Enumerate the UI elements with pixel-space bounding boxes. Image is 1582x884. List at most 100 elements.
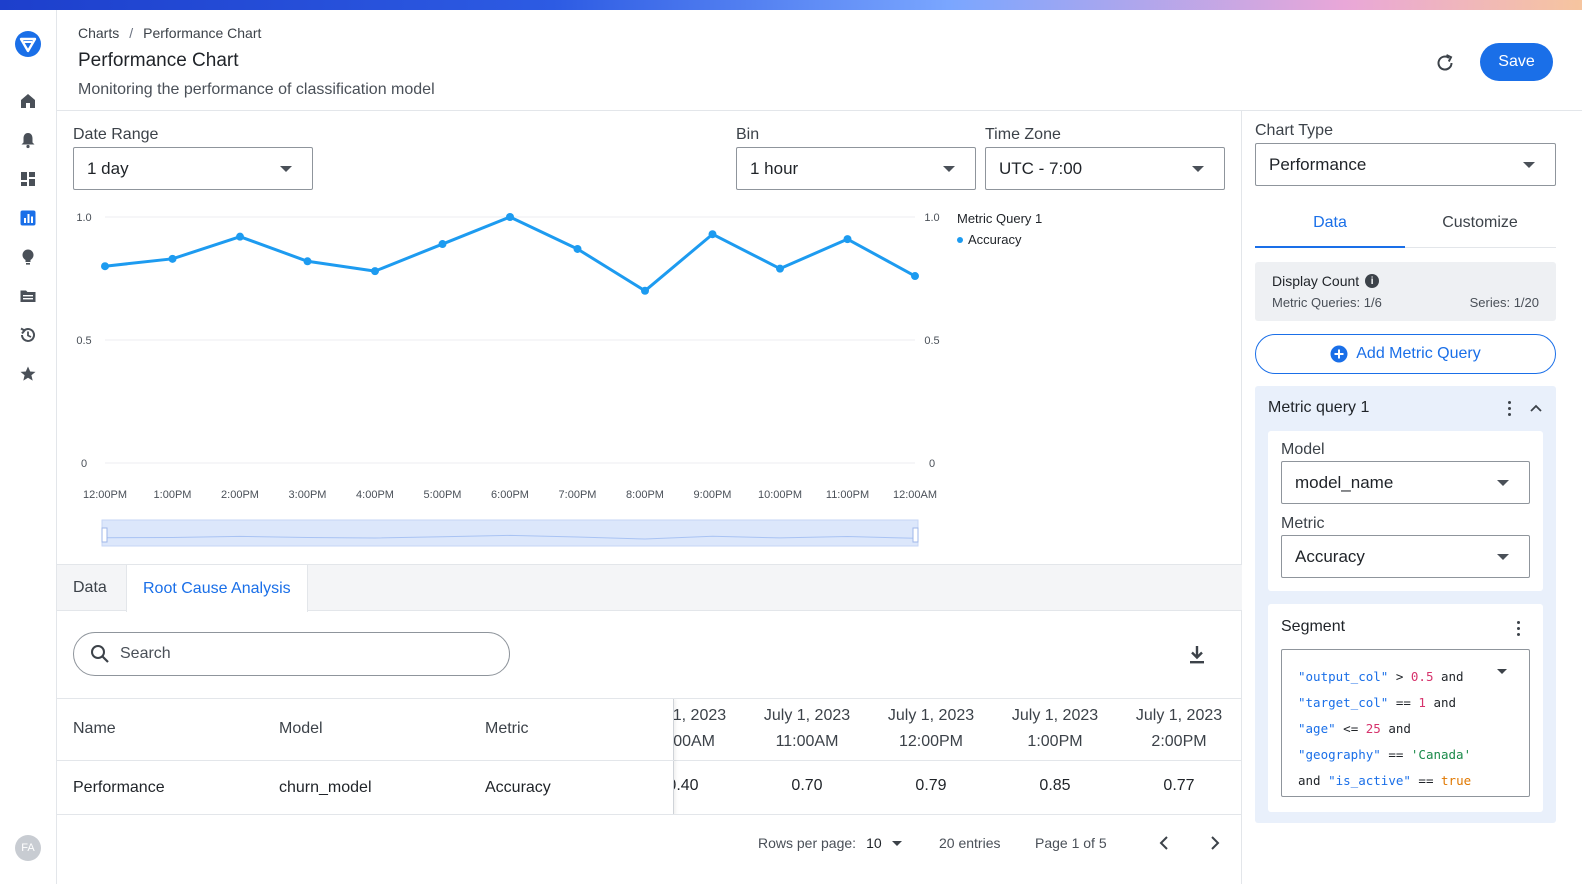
header-metric[interactable]: Metric: [485, 720, 529, 738]
chevron-down-icon[interactable]: [1497, 669, 1507, 674]
column-header-date[interactable]: July 1, 2023: [745, 703, 869, 729]
download-icon[interactable]: [1185, 643, 1209, 667]
breadcrumb-separator: /: [129, 25, 134, 41]
tab-data-config[interactable]: Data: [1255, 204, 1405, 248]
y-tick-label-right: 0: [929, 458, 935, 470]
time-column: July 1, 2023 2:00PM 0.77: [1117, 699, 1241, 794]
chart-config-panel: Chart Type Performance Data Customize Di…: [1242, 111, 1582, 884]
cell-value: 0.70: [791, 777, 823, 794]
tab-customize[interactable]: Customize: [1405, 204, 1555, 248]
chevron-down-icon: [1523, 162, 1535, 168]
chart-type-select[interactable]: Performance: [1255, 143, 1556, 186]
segment-token: and: [1425, 695, 1457, 710]
history-icon[interactable]: [18, 325, 38, 345]
x-tick-label: 1:00PM: [154, 489, 192, 501]
search-input[interactable]: Search: [73, 632, 510, 676]
segment-token: "geography": [1298, 747, 1381, 762]
metric-queries-count: Metric Queries: 1/6: [1272, 295, 1382, 310]
chart-type-value: Performance: [1269, 154, 1367, 174]
chevron-up-icon[interactable]: [1530, 403, 1542, 413]
model-select[interactable]: model_name: [1281, 461, 1530, 504]
chevron-down-icon[interactable]: [891, 840, 902, 846]
column-header-date[interactable]: July 1, 2023: [1117, 703, 1241, 729]
chevron-down-icon: [280, 166, 292, 172]
timezone-label: Time Zone: [985, 126, 1061, 143]
header-name[interactable]: Name: [73, 720, 116, 738]
home-icon[interactable]: [18, 91, 38, 111]
header-model[interactable]: Model: [279, 720, 323, 738]
column-header-date[interactable]: July 1, 2023: [869, 703, 993, 729]
time-column: July 1, 2023 11:00AM 0.70: [745, 699, 869, 794]
column-header-time[interactable]: 1:00PM: [993, 729, 1117, 755]
tab-data[interactable]: Data: [57, 565, 123, 611]
app-logo-icon[interactable]: [14, 30, 42, 58]
more-vert-icon[interactable]: [1508, 401, 1512, 419]
more-vert-icon[interactable]: [1517, 621, 1521, 639]
segment-line: and "is_active" == true: [1298, 768, 1529, 794]
chevron-down-icon: [1192, 166, 1204, 172]
y-tick-label-right: 0.5: [924, 335, 939, 347]
lightbulb-icon[interactable]: [18, 247, 38, 267]
cell-name: Performance: [73, 779, 165, 796]
data-point: [641, 286, 649, 295]
y-tick-label-left: 0.5: [76, 335, 91, 347]
save-button[interactable]: Save: [1480, 43, 1553, 81]
bell-icon[interactable]: [18, 130, 38, 150]
x-tick-label: 11:00PM: [826, 489, 869, 501]
model-label: Model: [1281, 441, 1325, 458]
chevron-left-icon[interactable]: [1157, 835, 1171, 851]
plus-circle-icon: [1330, 345, 1348, 363]
column-header-date[interactable]: July 1, 2023: [993, 703, 1117, 729]
chart-legend: Metric Query 1 Accuracy: [957, 211, 1042, 247]
segment-query-editor[interactable]: "output_col" > 0.5 and "target_col" == 1 …: [1281, 649, 1530, 797]
x-tick-label: 6:00PM: [491, 489, 529, 501]
range-brush[interactable]: [101, 519, 919, 547]
bin-value: 1 hour: [750, 158, 799, 178]
y-tick-label-left: 0: [81, 458, 87, 470]
add-metric-query-button[interactable]: Add Metric Query: [1255, 334, 1556, 374]
legend-title: Metric Query 1: [957, 211, 1043, 226]
data-point: [236, 232, 244, 241]
add-metric-query-label: Add Metric Query: [1356, 345, 1481, 362]
column-header-time[interactable]: 2:00PM: [1117, 729, 1241, 755]
segment-token: <=: [1335, 721, 1366, 736]
segment-token: true: [1441, 773, 1472, 788]
folder-icon[interactable]: [18, 286, 38, 306]
metric-query-panel: Metric query 1 Model model_name Metric A…: [1255, 386, 1556, 823]
rows-per-page-select[interactable]: 10: [866, 835, 882, 851]
display-count-box: Display Count i Metric Queries: 1/6 Seri…: [1255, 262, 1556, 321]
rows-per-page-label: Rows per page:: [758, 835, 857, 851]
chevron-right-icon[interactable]: [1208, 835, 1222, 851]
chevron-down-icon: [943, 166, 955, 172]
data-point: [708, 230, 717, 239]
data-point: [168, 254, 177, 263]
breadcrumb-current: Performance Chart: [143, 25, 262, 41]
chart-type-label: Chart Type: [1255, 122, 1333, 139]
cell-value: 0.79: [915, 777, 947, 794]
brush-handle-left[interactable]: [101, 527, 108, 543]
timezone-select[interactable]: UTC - 7:00: [985, 147, 1225, 190]
cell-model: churn_model: [279, 779, 372, 796]
user-avatar[interactable]: FA: [15, 835, 41, 861]
chart-icon[interactable]: [18, 208, 38, 228]
series-count: Series: 1/20: [1469, 295, 1539, 310]
dashboard-icon[interactable]: [18, 169, 38, 189]
legend-item-accuracy[interactable]: Accuracy: [957, 232, 1042, 247]
segment-token: ==: [1388, 695, 1419, 710]
brush-handle-right[interactable]: [912, 527, 919, 543]
cell-value: 0.77: [1163, 777, 1195, 794]
column-header-time[interactable]: 12:00PM: [869, 729, 993, 755]
refresh-icon[interactable]: [1432, 50, 1458, 76]
star-icon[interactable]: [18, 364, 38, 384]
lower-tabs: Data Root Cause Analysis: [57, 564, 1242, 612]
bin-select[interactable]: 1 hour: [736, 147, 976, 190]
segment-token: "is_active": [1328, 773, 1411, 788]
date-range-select[interactable]: 1 day: [73, 147, 313, 190]
metric-select[interactable]: Accuracy: [1281, 535, 1530, 578]
info-icon[interactable]: i: [1365, 274, 1380, 288]
column-header-time[interactable]: 11:00AM: [745, 729, 869, 755]
segment-token: and: [1380, 721, 1411, 736]
breadcrumb-charts[interactable]: Charts: [78, 25, 119, 41]
segment-card: Segment "output_col" > 0.5 and "target_co…: [1268, 604, 1543, 812]
tab-root-cause-analysis[interactable]: Root Cause Analysis: [126, 565, 308, 612]
